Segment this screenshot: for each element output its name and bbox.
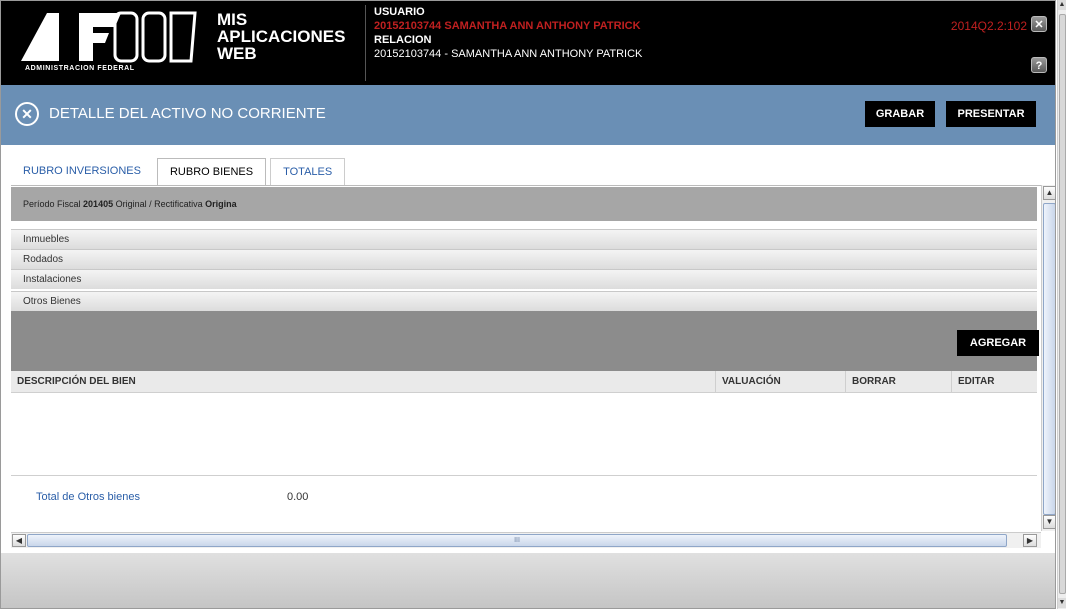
user-info: USUARIO 20152103744 SAMANTHA ANN ANTHONY… — [365, 5, 642, 81]
periodo-bar: Período Fiscal 201405 Original / Rectifi… — [11, 187, 1037, 221]
tipo-label: Original / Rectificativa — [115, 199, 203, 209]
page-title: DETALLE DEL ACTIVO NO CORRIENTE — [49, 105, 326, 122]
periodo-fiscal-label: Período Fiscal — [23, 199, 81, 209]
otros-bienes-toolbar — [11, 311, 1037, 371]
presentar-button[interactable]: PRESENTAR — [946, 101, 1036, 127]
tab-divider — [11, 185, 1041, 186]
usuario-label: USUARIO — [374, 6, 425, 18]
section-instalaciones[interactable]: Instalaciones — [11, 269, 1037, 289]
vertical-scroll-thumb[interactable] — [1043, 203, 1055, 515]
section-otros-bienes[interactable]: Otros Bienes — [11, 291, 1037, 311]
afip-logo — [21, 11, 197, 63]
vertical-scrollbar[interactable]: ▲ ▼ — [1041, 185, 1055, 531]
column-header-descripcion[interactable]: DESCRIPCIÓN DEL BIEN — [11, 371, 715, 393]
version-label: 2014Q2.2:102 — [950, 19, 1027, 33]
close-icon[interactable]: ✕ — [1031, 16, 1047, 32]
grabar-button[interactable]: GRABAR — [865, 101, 935, 127]
total-value: 0.00 — [287, 491, 309, 503]
scroll-up-icon[interactable]: ▲ — [1043, 186, 1055, 200]
column-header-valuacion[interactable]: VALUACIÓN — [715, 371, 845, 393]
agregar-button[interactable]: AGREGAR — [957, 330, 1039, 356]
total-label: Total de Otros bienes — [36, 491, 140, 503]
app-title-line: WEB — [217, 44, 257, 63]
section-rodados[interactable]: Rodados — [11, 249, 1037, 269]
page-scrollbar[interactable]: ▲ ▼ — [1057, 0, 1066, 609]
scroll-left-icon[interactable]: ◀ — [12, 534, 26, 547]
app-window: ADMINISTRACION FEDERAL MIS APLICACIONES … — [0, 0, 1056, 609]
column-header-borrar[interactable]: BORRAR — [845, 371, 951, 393]
section-inmuebles[interactable]: Inmuebles — [11, 229, 1037, 249]
column-header-editar[interactable]: EDITAR — [951, 371, 1037, 393]
table-body — [11, 393, 1037, 476]
logo-caption: ADMINISTRACION FEDERAL — [25, 65, 135, 72]
relacion-value: 20152103744 - SAMANTHA ANN ANTHONY PATRI… — [374, 48, 643, 60]
app-title-line: APLICACIONES — [217, 27, 346, 46]
footer-area — [1, 553, 1055, 608]
relacion-label: RELACION — [374, 34, 432, 46]
app-title: MIS APLICACIONES WEB — [217, 11, 345, 62]
tipo-value: Origina — [205, 199, 237, 209]
horizontal-scroll-thumb[interactable]: III — [27, 534, 1007, 547]
scroll-right-icon[interactable]: ▶ — [1023, 534, 1037, 547]
tab-bar: RUBRO INVERSIONES RUBRO BIENES TOTALES — [11, 158, 349, 186]
periodo-fiscal-value: 201405 — [83, 199, 114, 209]
table-header: DESCRIPCIÓN DEL BIEN VALUACIÓN BORRAR ED… — [11, 371, 1037, 393]
tab-totales[interactable]: TOTALES — [270, 158, 346, 186]
close-circle-icon[interactable]: ✕ — [15, 102, 39, 126]
page-scroll-down-icon[interactable]: ▼ — [1058, 598, 1066, 608]
page-scroll-up-icon[interactable]: ▲ — [1058, 0, 1066, 10]
app-title-line: MIS — [217, 10, 248, 29]
help-icon[interactable]: ? — [1031, 57, 1047, 73]
page-scroll-thumb[interactable] — [1059, 14, 1066, 594]
usuario-value: 20152103744 SAMANTHA ANN ANTHONY PATRICK — [374, 20, 641, 32]
tab-rubro-inversiones[interactable]: RUBRO INVERSIONES — [11, 158, 153, 186]
tab-rubro-bienes[interactable]: RUBRO BIENES — [156, 158, 267, 186]
scroll-down-icon[interactable]: ▼ — [1043, 515, 1055, 529]
top-header: ADMINISTRACION FEDERAL MIS APLICACIONES … — [1, 1, 1055, 85]
horizontal-scrollbar[interactable]: ◀ III ▶ — [11, 532, 1041, 548]
